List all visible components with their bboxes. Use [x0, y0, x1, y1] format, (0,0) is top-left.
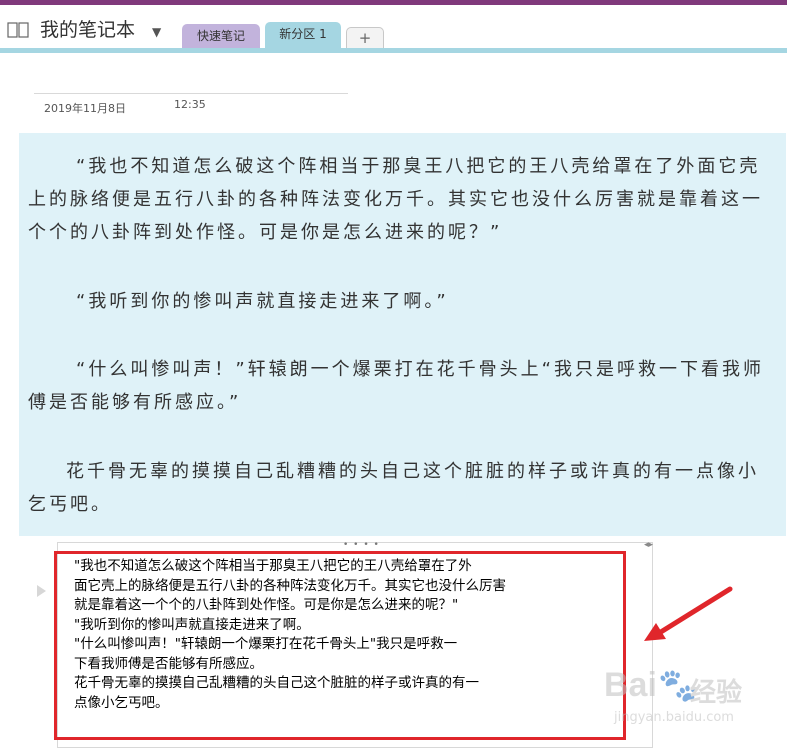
- watermark-text: 经验: [690, 678, 743, 708]
- note-paragraph[interactable]: “我也不知道怎么破这个阵相当于那臭王八把它的王八壳给罩在了外面它壳上的脉络便是五…: [28, 150, 768, 249]
- red-arrow-icon: [644, 586, 733, 641]
- notebook-title[interactable]: 我的笔记本: [40, 18, 135, 42]
- baidu-jingyan-watermark: Bai 🐾 经验 jingyan.baidu.com: [598, 660, 778, 735]
- add-tab-button[interactable]: +: [346, 27, 384, 48]
- tab-quick-notes[interactable]: 快速笔记: [182, 24, 260, 48]
- page-time: 12:35: [174, 98, 206, 111]
- drag-handle-icon[interactable]: • • • •: [343, 541, 380, 550]
- page-title-divider: [34, 93, 348, 94]
- note-paragraph[interactable]: 花千骨无辜的摸摸自己乱糟糟的头自己这个脏脏的样子或许真的有一点像小乞丐吧。: [28, 455, 768, 521]
- paragraph-handle-icon[interactable]: [37, 585, 46, 597]
- note-paragraph[interactable]: “我听到你的惨叫声就直接走进来了啊。”: [28, 285, 768, 318]
- note-paragraph[interactable]: “什么叫惨叫声！”轩辕朗一个爆栗打在花千骨头上“我只是呼救一下看我师傅是否能够有…: [28, 353, 768, 419]
- highlight-box: [54, 551, 626, 740]
- notebook-icon: [7, 22, 29, 38]
- watermark-url: jingyan.baidu.com: [614, 710, 734, 725]
- watermark-logo: Bai: [604, 666, 657, 704]
- resize-arrows-icon[interactable]: ◂▸: [644, 541, 653, 550]
- section-color-bar: [0, 48, 787, 53]
- page-date: 2019年11月8日: [44, 102, 126, 115]
- chevron-down-icon[interactable]: ▼: [152, 20, 161, 44]
- tab-new-section-1[interactable]: 新分区 1: [265, 22, 341, 48]
